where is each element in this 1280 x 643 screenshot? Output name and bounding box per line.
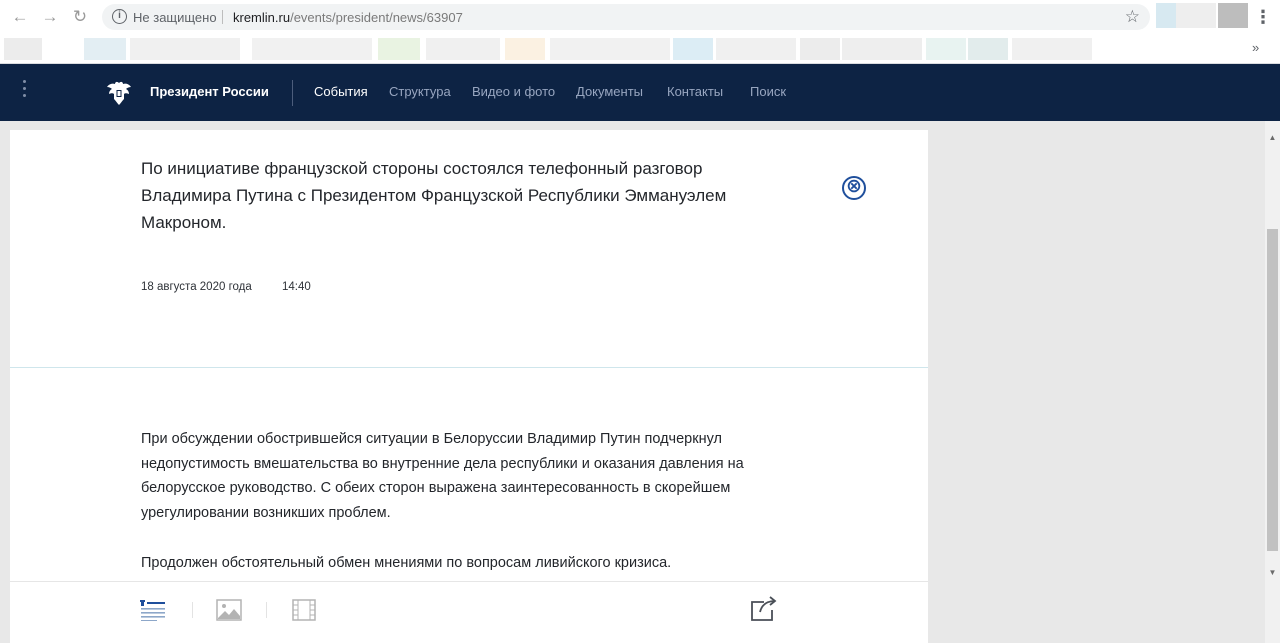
header-separator <box>292 80 293 106</box>
back-button[interactable]: ← <box>10 7 30 27</box>
site-title[interactable]: Президент России <box>150 84 269 99</box>
divider <box>10 367 928 368</box>
menu-dots-icon[interactable] <box>20 80 28 104</box>
bookmarks-bar: » <box>0 34 1280 64</box>
bookmark-item[interactable] <box>968 38 1008 60</box>
bookmark-item[interactable] <box>926 38 966 60</box>
nav-search[interactable]: Поиск <box>750 84 786 99</box>
bookmark-star-icon[interactable]: ☆ <box>1125 7 1140 27</box>
bookmark-item[interactable] <box>800 38 840 60</box>
bookmark-item[interactable] <box>130 38 240 60</box>
bookmarks-more-icon[interactable]: » <box>1252 40 1259 55</box>
nav-contacts[interactable]: Контакты <box>667 84 723 99</box>
bookmark-item[interactable] <box>505 38 545 60</box>
forward-button[interactable]: → <box>40 7 60 27</box>
close-icon[interactable]: ⊗ <box>842 176 866 200</box>
nav-documents[interactable]: Документы <box>576 84 643 99</box>
article-paragraph: При обсуждении обострившейся ситуации в … <box>141 431 744 521</box>
page-scrollbar[interactable]: ▲ ▼ <box>1265 121 1280 643</box>
address-bar[interactable]: i Не защищено kremlin.ru/events/presiden… <box>102 4 1150 30</box>
article-time: 14:40 <box>282 281 311 293</box>
browser-toolbar: ← → ↻ i Не защищено kremlin.ru/events/pr… <box>0 0 1280 34</box>
scroll-down-icon[interactable]: ▼ <box>1265 568 1280 580</box>
scroll-up-icon[interactable]: ▲ <box>1265 133 1280 145</box>
toolbar-separator <box>266 602 267 618</box>
nav-video-photo[interactable]: Видео и фото <box>472 84 555 99</box>
photo-icon[interactable] <box>216 599 242 621</box>
browser-menu-icon[interactable]: ⋮ <box>1254 4 1272 30</box>
security-label: Не защищено <box>133 10 217 25</box>
content-area: По инициативе французской стороны состоя… <box>0 121 1265 643</box>
bookmark-item[interactable] <box>673 38 713 60</box>
bookmark-item[interactable] <box>84 38 126 60</box>
share-icon[interactable] <box>750 596 778 622</box>
text-view-icon[interactable] <box>140 599 166 621</box>
coat-of-arms-icon[interactable] <box>104 79 134 107</box>
extension-icon[interactable] <box>1176 3 1216 28</box>
video-icon[interactable] <box>292 599 316 621</box>
bookmark-item[interactable] <box>378 38 420 60</box>
bookmark-item[interactable] <box>426 38 500 60</box>
profile-avatar[interactable] <box>1218 3 1248 28</box>
url-path: /events/president/news/63907 <box>290 10 463 25</box>
address-separator <box>222 10 223 24</box>
nav-structure[interactable]: Структура <box>389 84 451 99</box>
nav-events[interactable]: События <box>314 84 368 99</box>
bookmark-item[interactable] <box>550 38 670 60</box>
article-toolbar <box>10 581 928 643</box>
bookmark-item[interactable] <box>716 38 796 60</box>
bookmark-item[interactable] <box>842 38 922 60</box>
reload-button[interactable]: ↻ <box>70 7 90 27</box>
article-paragraph: Продолжен обстоятельный обмен мнениями п… <box>141 555 672 571</box>
url-text[interactable]: kremlin.ru/events/president/news/63907 <box>233 10 463 25</box>
extension-icon[interactable] <box>1156 3 1176 28</box>
url-host: kremlin.ru <box>233 10 291 25</box>
site-header: Президент России События Структура Видео… <box>0 64 1280 121</box>
article-card: По инициативе французской стороны состоя… <box>10 130 928 643</box>
bookmark-item[interactable] <box>4 38 42 60</box>
article-date: 18 августа 2020 года <box>141 281 252 293</box>
scrollbar-thumb[interactable] <box>1267 229 1278 551</box>
bookmark-item[interactable] <box>1012 38 1092 60</box>
bookmark-item[interactable] <box>252 38 372 60</box>
info-icon[interactable]: i <box>112 9 127 24</box>
toolbar-separator <box>192 602 193 618</box>
article-lead: По инициативе французской стороны состоя… <box>141 159 727 232</box>
